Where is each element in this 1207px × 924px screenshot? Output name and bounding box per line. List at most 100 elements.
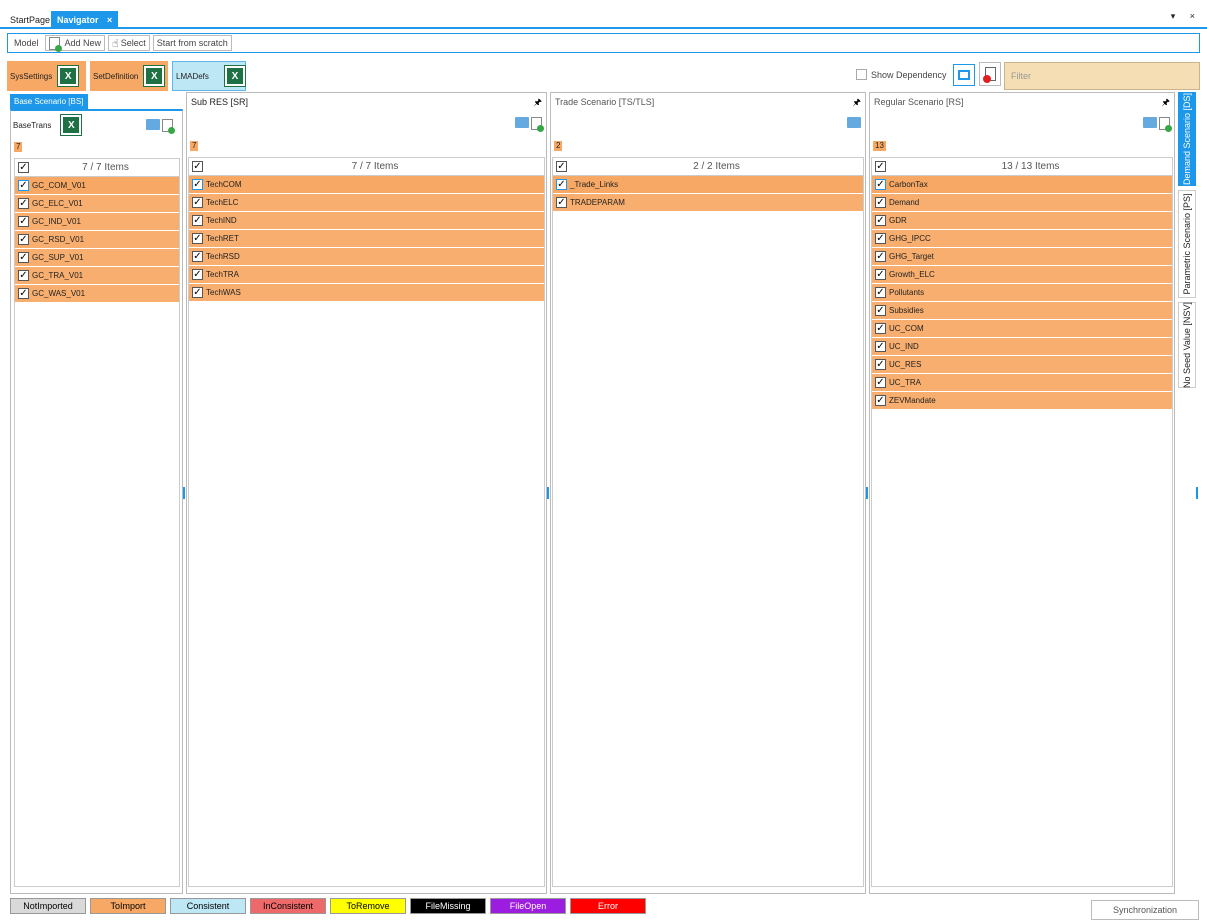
item-checkbox[interactable]: ✓ bbox=[875, 179, 886, 190]
select-all-checkbox[interactable]: ✓ bbox=[556, 161, 567, 172]
splitter-handle[interactable] bbox=[547, 487, 549, 499]
window-view-button[interactable] bbox=[953, 64, 975, 86]
tab-parametric-scenario[interactable]: Parametric Scenario [PS] bbox=[1178, 190, 1196, 298]
item-checkbox[interactable]: ✓ bbox=[192, 287, 203, 298]
item-checkbox[interactable]: ✓ bbox=[556, 197, 567, 208]
remove-file-button[interactable] bbox=[979, 62, 1001, 86]
regular-list-item[interactable]: ✓ UC_COM bbox=[872, 320, 1172, 338]
base-list-item[interactable]: ✓ GC_WAS_V01 bbox=[15, 285, 179, 303]
item-checkbox[interactable]: ✓ bbox=[18, 270, 29, 281]
tab-navigator[interactable]: Navigator × bbox=[51, 11, 119, 29]
item-checkbox[interactable]: ✓ bbox=[875, 287, 886, 298]
item-checkbox[interactable]: ✓ bbox=[18, 180, 29, 191]
select-all-checkbox[interactable]: ✓ bbox=[875, 161, 886, 172]
lmadefs-file[interactable]: LMADefs X bbox=[172, 61, 246, 91]
item-checkbox[interactable]: ✓ bbox=[192, 251, 203, 262]
sub-list-item[interactable]: ✓ TechRET bbox=[189, 230, 544, 248]
item-checkbox[interactable]: ✓ bbox=[875, 341, 886, 352]
item-checkbox[interactable]: ✓ bbox=[192, 215, 203, 226]
close-icon[interactable]: × bbox=[107, 15, 112, 25]
show-dependency-checkbox[interactable] bbox=[856, 69, 867, 80]
item-checkbox[interactable]: ✓ bbox=[18, 198, 29, 209]
splitter-handle[interactable] bbox=[866, 487, 868, 499]
regular-list-item[interactable]: ✓ UC_RES bbox=[872, 356, 1172, 374]
pin-icon[interactable]: 🖈 bbox=[1162, 93, 1170, 111]
item-checkbox[interactable]: ✓ bbox=[18, 252, 29, 263]
regular-list-item[interactable]: ✓ GDR bbox=[872, 212, 1172, 230]
excel-icon[interactable]: X bbox=[57, 65, 80, 87]
syssettings-file[interactable]: SysSettings X bbox=[7, 61, 86, 91]
sub-list-item[interactable]: ✓ TechTRA bbox=[189, 266, 544, 284]
synchronization-button[interactable]: Synchronization bbox=[1091, 900, 1199, 920]
add-file-icon[interactable] bbox=[531, 117, 544, 132]
item-checkbox[interactable]: ✓ bbox=[875, 233, 886, 244]
item-checkbox[interactable]: ✓ bbox=[875, 251, 886, 262]
add-new-button[interactable]: Add New bbox=[44, 35, 106, 52]
sub-list-item[interactable]: ✓ TechELC bbox=[189, 194, 544, 212]
folder-icon[interactable] bbox=[1143, 117, 1157, 128]
base-list-item[interactable]: ✓ GC_TRA_V01 bbox=[15, 267, 179, 285]
sub-list-item[interactable]: ✓ TechIND bbox=[189, 212, 544, 230]
select-button[interactable]: ☝ Select bbox=[108, 35, 150, 51]
item-checkbox[interactable]: ✓ bbox=[875, 305, 886, 316]
regular-list-item[interactable]: ✓ Demand bbox=[872, 194, 1172, 212]
item-checkbox[interactable]: ✓ bbox=[875, 377, 886, 388]
tab-startpage[interactable]: StartPage bbox=[4, 11, 56, 29]
item-checkbox[interactable]: ✓ bbox=[18, 234, 29, 245]
item-checkbox[interactable]: ✓ bbox=[18, 216, 29, 227]
base-list-item[interactable]: ✓ GC_COM_V01 bbox=[15, 177, 179, 195]
excel-icon[interactable]: X bbox=[223, 65, 246, 87]
item-checkbox[interactable]: ✓ bbox=[18, 288, 29, 299]
regular-list-item[interactable]: ✓ CarbonTax bbox=[872, 176, 1172, 194]
sub-list-item[interactable]: ✓ TechWAS bbox=[189, 284, 544, 302]
pin-icon[interactable]: 🖈 bbox=[853, 93, 861, 111]
base-list-item[interactable]: ✓ GC_ELC_V01 bbox=[15, 195, 179, 213]
item-checkbox[interactable]: ✓ bbox=[192, 269, 203, 280]
tab-no-seed-value[interactable]: No Seed Value [NSV] bbox=[1178, 302, 1196, 388]
sub-list-item[interactable]: ✓ TechCOM bbox=[189, 176, 544, 194]
pin-icon[interactable]: 🖈 bbox=[534, 93, 542, 111]
select-all-checkbox[interactable]: ✓ bbox=[192, 161, 203, 172]
item-checkbox[interactable]: ✓ bbox=[875, 197, 886, 208]
trade-list-item[interactable]: ✓ TRADEPARAM bbox=[553, 194, 863, 212]
filter-input[interactable]: Filter bbox=[1004, 62, 1200, 90]
item-checkbox[interactable]: ✓ bbox=[192, 179, 203, 190]
folder-icon[interactable] bbox=[146, 119, 160, 130]
sub-list-item[interactable]: ✓ TechRSD bbox=[189, 248, 544, 266]
excel-icon[interactable]: X bbox=[60, 114, 83, 136]
tab-base-scenario[interactable]: Base Scenario [BS] bbox=[10, 94, 88, 109]
folder-icon[interactable] bbox=[847, 117, 861, 128]
start-from-scratch-button[interactable]: Start from scratch bbox=[152, 35, 232, 51]
tab-demand-scenario[interactable]: Demand Scenario [DS] bbox=[1178, 92, 1196, 186]
setdefinition-file[interactable]: SetDefinition X bbox=[90, 61, 168, 91]
regular-list-item[interactable]: ✓ UC_IND bbox=[872, 338, 1172, 356]
basetrans-file[interactable]: BaseTrans X bbox=[13, 114, 83, 136]
base-list-item[interactable]: ✓ GC_IND_V01 bbox=[15, 213, 179, 231]
regular-list-item[interactable]: ✓ Growth_ELC bbox=[872, 266, 1172, 284]
item-checkbox[interactable]: ✓ bbox=[192, 233, 203, 244]
splitter-handle[interactable] bbox=[1196, 487, 1198, 499]
regular-list-item[interactable]: ✓ GHG_IPCC bbox=[872, 230, 1172, 248]
add-file-icon[interactable] bbox=[1159, 117, 1172, 132]
splitter-handle[interactable] bbox=[183, 487, 185, 499]
item-checkbox[interactable]: ✓ bbox=[875, 215, 886, 226]
base-list-item[interactable]: ✓ GC_SUP_V01 bbox=[15, 249, 179, 267]
folder-icon[interactable] bbox=[515, 117, 529, 128]
item-checkbox[interactable]: ✓ bbox=[556, 179, 567, 190]
excel-icon[interactable]: X bbox=[143, 65, 166, 87]
trade-list-item[interactable]: ✓ _Trade_Links bbox=[553, 176, 863, 194]
item-checkbox[interactable]: ✓ bbox=[875, 269, 886, 280]
add-file-icon[interactable] bbox=[162, 119, 175, 134]
regular-list-item[interactable]: ✓ ZEVMandate bbox=[872, 392, 1172, 410]
select-all-checkbox[interactable]: ✓ bbox=[18, 162, 29, 173]
regular-list-item[interactable]: ✓ Pollutants bbox=[872, 284, 1172, 302]
regular-list-item[interactable]: ✓ Subsidies bbox=[872, 302, 1172, 320]
show-dependency-toggle[interactable]: Show Dependency bbox=[856, 69, 947, 80]
regular-list-item[interactable]: ✓ GHG_Target bbox=[872, 248, 1172, 266]
item-checkbox[interactable]: ✓ bbox=[192, 197, 203, 208]
base-list-item[interactable]: ✓ GC_RSD_V01 bbox=[15, 231, 179, 249]
item-checkbox[interactable]: ✓ bbox=[875, 395, 886, 406]
regular-list-item[interactable]: ✓ UC_TRA bbox=[872, 374, 1172, 392]
window-controls[interactable]: ▾ × bbox=[1171, 11, 1201, 22]
item-checkbox[interactable]: ✓ bbox=[875, 323, 886, 334]
